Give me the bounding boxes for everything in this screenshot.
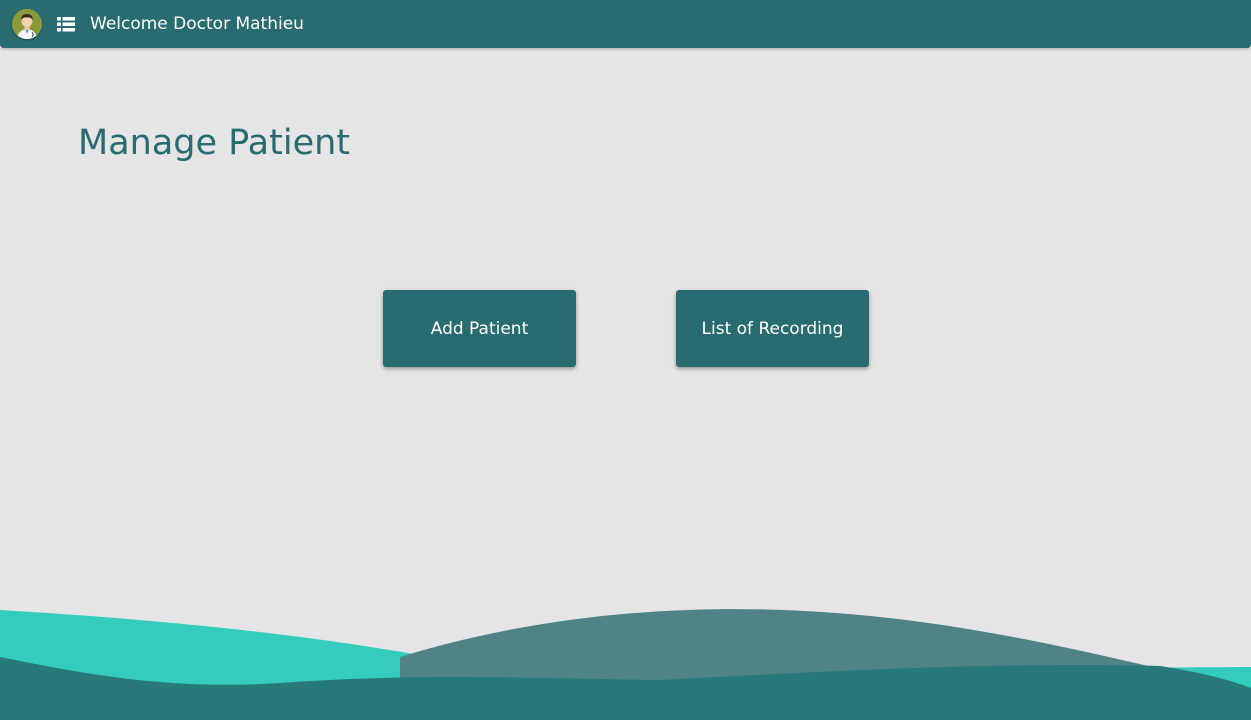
add-patient-button[interactable]: Add Patient: [383, 290, 576, 367]
list-of-recording-button[interactable]: List of Recording: [676, 290, 869, 367]
page-title: Manage Patient: [78, 123, 351, 163]
doctor-avatar-icon[interactable]: [12, 9, 42, 39]
top-bar: Welcome Doctor Mathieu: [0, 0, 1251, 48]
page: Welcome Doctor Mathieu Manage Patient Ad…: [0, 0, 1251, 720]
decorative-waves: [0, 609, 1251, 720]
list-menu-icon[interactable]: [57, 17, 75, 32]
welcome-text: Welcome Doctor Mathieu: [90, 14, 304, 34]
